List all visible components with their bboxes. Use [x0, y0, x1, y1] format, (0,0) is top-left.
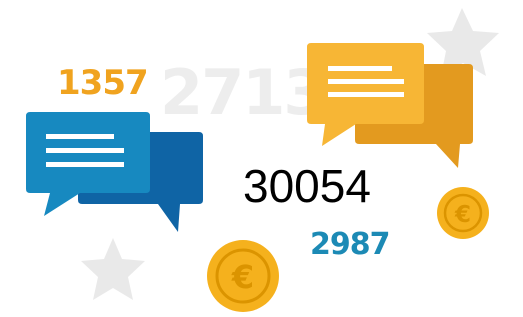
- svg-text:€: €: [454, 202, 471, 228]
- stat-number-blue: 2987: [310, 227, 390, 262]
- stat-number-center: 30054: [243, 160, 371, 212]
- euro-coin-icon-small: €: [437, 187, 489, 239]
- stat-number-orange: 1357: [57, 63, 149, 103]
